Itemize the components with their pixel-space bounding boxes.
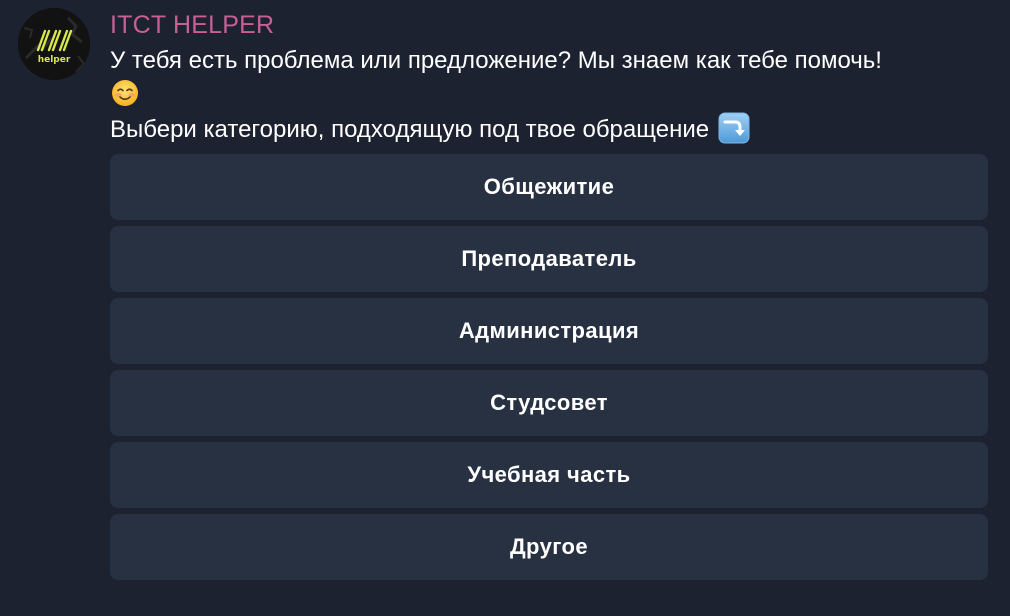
category-button-student-council[interactable]: Студсовет: [110, 370, 988, 436]
bot-avatar[interactable]: helper: [18, 8, 90, 80]
message-line-2: [110, 78, 1000, 112]
helper-logo-icon: helper: [18, 8, 90, 80]
message-text: У тебя есть проблема или предложение? Мы…: [110, 44, 1000, 147]
arrow-right-curving-down-emoji-icon: [718, 112, 750, 144]
message-line-1: У тебя есть проблема или предложение? Мы…: [110, 47, 882, 74]
category-button-other[interactable]: Другое: [110, 514, 988, 580]
category-button-dormitory[interactable]: Общежитие: [110, 154, 988, 220]
inline-keyboard: Общежитие Преподаватель Администрация Ст…: [110, 154, 988, 586]
category-button-teacher[interactable]: Преподаватель: [110, 226, 988, 292]
category-button-administration[interactable]: Администрация: [110, 298, 988, 364]
category-button-academic-office[interactable]: Учебная часть: [110, 442, 988, 508]
smiling-face-emoji-icon: [112, 80, 138, 106]
message-line-3-text: Выбери категорию, подходящую под твое об…: [110, 116, 710, 143]
message-line-3: Выбери категорию, подходящую под твое об…: [110, 112, 1000, 147]
svg-text:helper: helper: [38, 55, 71, 65]
sender-name[interactable]: ITCT HELPER: [110, 10, 274, 40]
